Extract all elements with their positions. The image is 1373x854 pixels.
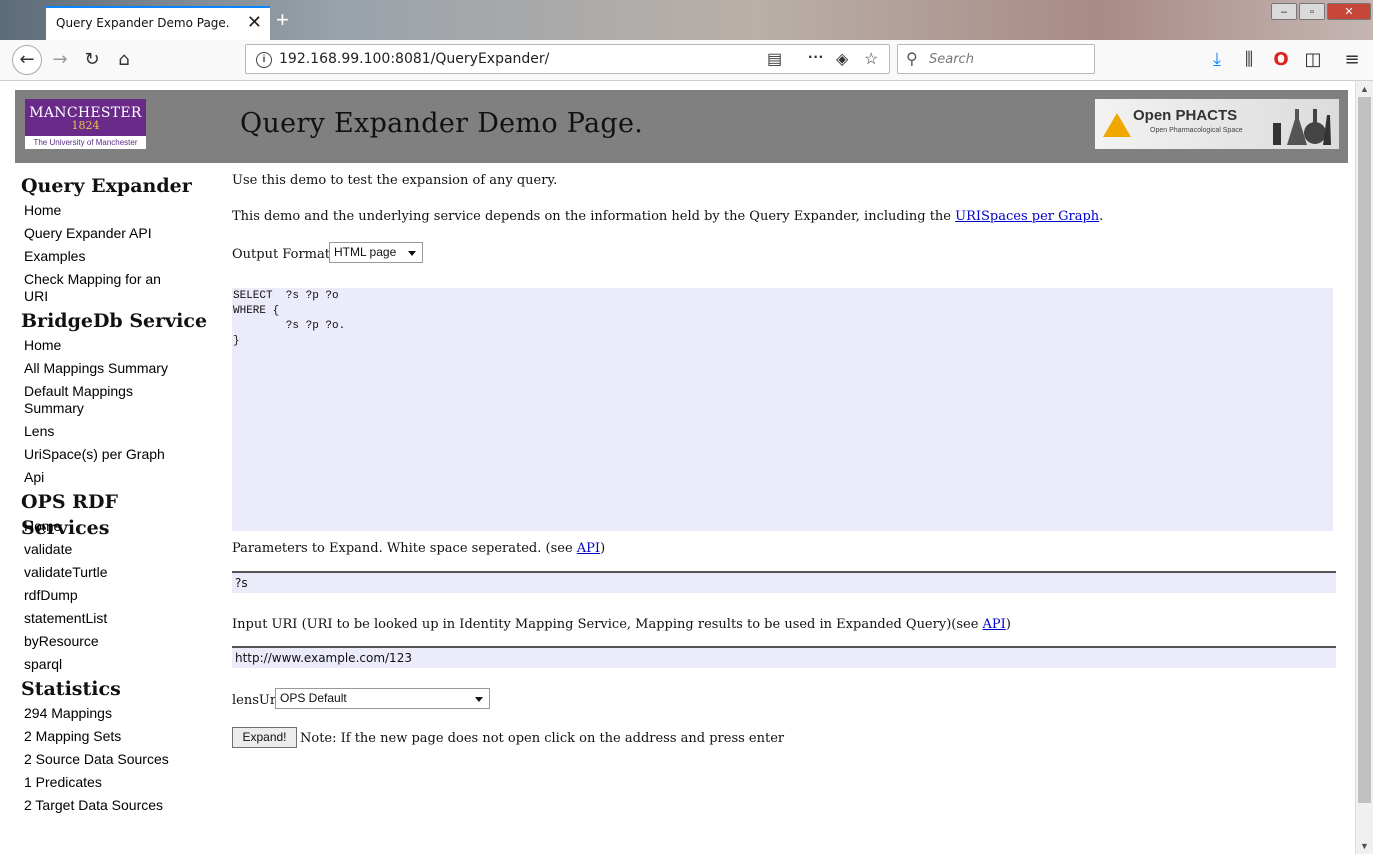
search-bar[interactable]: ⚲ Search	[897, 44, 1095, 74]
reader-view-icon[interactable]: ▤	[767, 49, 782, 69]
sidebar-item-mapping-sets-count[interactable]: 2 Mapping Sets	[24, 725, 211, 748]
sidebar-item-examples[interactable]: Examples	[24, 245, 211, 268]
sidebar-item-rdf-dump[interactable]: rdfDump	[24, 584, 211, 607]
browser-title-bar: Query Expander Demo Page. ✕ + ‒ ▫ ✕	[0, 0, 1373, 40]
sidebar-item-predicates-count[interactable]: 1 Predicates	[24, 771, 211, 794]
pocket-icon[interactable]: ◈	[836, 49, 848, 69]
sidebar-item-ops-home[interactable]: Home	[24, 515, 211, 538]
input-uri-paragraph: Input URI (URI to be looked up in Identi…	[232, 617, 1011, 632]
expand-note: Note: If the new page does not open clic…	[300, 731, 785, 746]
urispaces-per-graph-link[interactable]: URISpaces per Graph	[955, 209, 1099, 224]
tab-close-icon[interactable]: ✕	[247, 12, 262, 33]
page-actions-icon[interactable]: ···	[808, 49, 824, 67]
minimize-button[interactable]: ‒	[1271, 3, 1297, 20]
maximize-button[interactable]: ▫	[1299, 3, 1325, 20]
page-title: Query Expander Demo Page.	[240, 108, 644, 139]
output-format-value: HTML page	[334, 245, 397, 259]
sidebar-item-bridgedb-home[interactable]: Home	[24, 334, 211, 357]
depends-text: This demo and the underlying service dep…	[232, 209, 956, 224]
forward-arrow-icon[interactable]: →	[48, 48, 72, 72]
params-label: Parameters to Expand. White space sepera…	[232, 541, 577, 556]
scroll-down-icon[interactable]: ▼	[1360, 841, 1369, 851]
scroll-up-icon[interactable]: ▲	[1360, 84, 1369, 94]
input-uri-label: Input URI (URI to be looked up in Identi…	[232, 617, 983, 632]
bookmark-star-icon[interactable]: ☆	[864, 49, 878, 69]
menu-icon[interactable]: ≡	[1340, 48, 1364, 72]
lens-select[interactable]: OPS Default	[275, 688, 490, 709]
window-close-button[interactable]: ✕	[1327, 3, 1371, 20]
intro-text: Use this demo to test the expansion of a…	[232, 173, 558, 188]
lens-row: lensUri OPS Default	[232, 688, 490, 709]
sidebar-heading-query-expander: Query Expander	[21, 175, 192, 197]
sidebar-item-qe-api[interactable]: Query Expander API	[24, 222, 211, 245]
sidebar-item-urispace-per-graph[interactable]: UriSpace(s) per Graph	[24, 443, 211, 466]
search-input[interactable]: Search	[929, 52, 974, 67]
input-uri-suffix: )	[1005, 617, 1011, 632]
phacts-triangle-icon	[1103, 113, 1131, 137]
output-format-label: Output Format:	[232, 247, 335, 262]
sidebar-item-api[interactable]: Api	[24, 466, 211, 489]
scroll-thumb[interactable]	[1358, 97, 1371, 803]
sidebar-item-target-sources-count[interactable]: 2 Target Data Sources	[24, 794, 211, 817]
tab-title: Query Expander Demo Page.	[56, 16, 230, 30]
manchester-logo[interactable]: MANCHESTER 1824 The University of Manche…	[25, 99, 146, 149]
params-suffix: )	[600, 541, 606, 556]
lens-label: lensUri	[232, 693, 281, 708]
vertical-scrollbar[interactable]: ▲ ▼	[1355, 81, 1373, 854]
sidebar-item-qe-home[interactable]: Home	[24, 199, 211, 222]
expand-button[interactable]: Expand!	[232, 727, 297, 748]
sidebar-item-statement-list[interactable]: statementList	[24, 607, 211, 630]
sidebar-item-lens[interactable]: Lens	[24, 420, 211, 443]
library-icon[interactable]: ⫼	[1237, 48, 1261, 72]
page-viewport: MANCHESTER 1824 The University of Manche…	[0, 81, 1355, 854]
reload-icon[interactable]: ↻	[80, 48, 104, 72]
address-bar[interactable]: i 192.168.99.100:8081/QueryExpander/ ▤ ·…	[245, 44, 890, 74]
back-arrow-icon[interactable]: ←	[12, 45, 42, 75]
params-paragraph: Parameters to Expand. White space sepera…	[232, 541, 605, 556]
params-api-link[interactable]: API	[577, 541, 600, 556]
sidebar-item-check-mapping[interactable]: Check Mapping for an URI	[24, 268, 174, 308]
parameters-input[interactable]: ?s	[232, 571, 1336, 593]
depends-suffix: .	[1099, 209, 1104, 224]
output-format-select[interactable]: HTML page	[329, 242, 423, 263]
sidebar-item-sparql[interactable]: sparql	[24, 653, 211, 676]
sidebar-item-by-resource[interactable]: byResource	[24, 630, 211, 653]
dropdown-caret-icon	[475, 697, 483, 702]
lens-value: OPS Default	[280, 691, 347, 705]
sidebar-heading-statistics: Statistics	[21, 678, 121, 700]
lab-glassware-icon	[1273, 109, 1331, 145]
sidebar-item-all-mappings[interactable]: All Mappings Summary	[24, 357, 211, 380]
opera-icon[interactable]: O	[1269, 48, 1293, 72]
input-uri-api-link[interactable]: API	[983, 617, 1006, 632]
sidebar-item-default-mappings[interactable]: Default Mappings Summary	[24, 380, 149, 420]
sidebar-item-validate[interactable]: validate	[24, 538, 211, 561]
sidebar-item-mappings-count[interactable]: 294 Mappings	[24, 702, 211, 725]
query-textarea[interactable]: SELECT ?s ?p ?o WHERE { ?s ?p ?o. }	[232, 288, 1333, 531]
page-header: MANCHESTER 1824 The University of Manche…	[15, 90, 1348, 163]
depends-paragraph: This demo and the underlying service dep…	[232, 209, 1103, 224]
sidebar-icon[interactable]: ◫	[1301, 48, 1325, 72]
browser-tab[interactable]: Query Expander Demo Page. ✕	[46, 6, 270, 40]
sidebar: Query Expander Home Query Expander API E…	[21, 173, 211, 817]
input-uri-field[interactable]: http://www.example.com/123	[232, 646, 1336, 668]
sidebar-heading-bridgedb: BridgeDb Service	[21, 310, 208, 332]
search-icon: ⚲	[906, 51, 918, 68]
open-phacts-logo[interactable]: Open PHACTS Open Pharmacological Space	[1095, 99, 1339, 149]
output-format-row: Output Format: HTML page	[232, 242, 423, 263]
sidebar-item-source-sources-count[interactable]: 2 Source Data Sources	[24, 748, 211, 771]
sidebar-heading-ops-rdf: OPS RDF Services	[21, 491, 118, 539]
info-icon[interactable]: i	[256, 52, 272, 68]
dropdown-caret-icon	[408, 251, 416, 256]
url-text[interactable]: 192.168.99.100:8081/QueryExpander/	[279, 51, 549, 67]
new-tab-icon[interactable]: +	[276, 8, 289, 32]
browser-toolbar: ← → ↻ ⌂ i 192.168.99.100:8081/QueryExpan…	[0, 40, 1373, 81]
download-icon[interactable]: ⤓	[1205, 48, 1229, 72]
sidebar-item-validate-turtle[interactable]: validateTurtle	[24, 561, 211, 584]
home-icon[interactable]: ⌂	[112, 48, 136, 72]
